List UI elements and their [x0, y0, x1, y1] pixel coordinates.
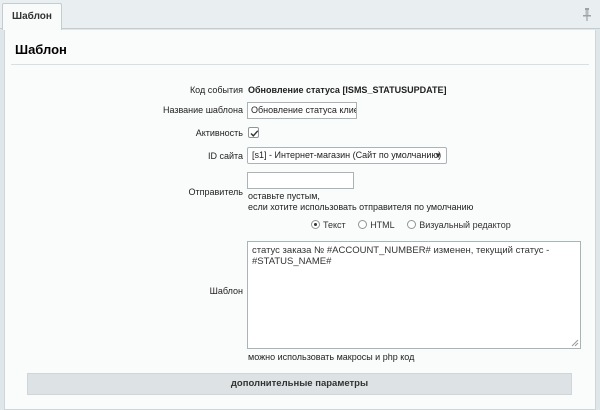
tab-template[interactable]: Шаблон — [2, 3, 62, 30]
template-body-line-1: статус заказа № #ACCOUNT_NUMBER# изменен… — [252, 245, 550, 256]
sender-input[interactable] — [247, 172, 354, 189]
template-mode-group: Текст HTML Визуальный редактор — [311, 220, 521, 230]
mode-visual-label: Визуальный редактор — [419, 220, 511, 230]
site-id-select[interactable]: [s1] - Интернет-магазин (Сайт по умолчан… — [247, 147, 447, 164]
page-title: Шаблон — [15, 42, 67, 57]
template-panel: Шаблон Код события Обновление статуса [I… — [4, 30, 596, 410]
template-name-label: Название шаблона — [162, 105, 243, 115]
pin-icon[interactable] — [583, 8, 591, 21]
event-code-label: Код события — [189, 85, 243, 95]
mode-text[interactable]: Текст — [311, 220, 346, 230]
sender-label: Отправитель — [188, 187, 243, 197]
title-divider — [11, 64, 589, 65]
mode-html[interactable]: HTML — [358, 220, 395, 230]
event-code-value: Обновление статуса [ISMS_STATUSUPDATE] — [248, 85, 447, 95]
radio-icon — [358, 220, 368, 229]
template-body-textarea[interactable]: статус заказа № #ACCOUNT_NUMBER# изменен… — [247, 241, 581, 349]
radio-icon — [407, 220, 417, 229]
radio-icon — [311, 220, 320, 229]
template-body-line-2: #STATUS_NAME# — [252, 256, 332, 267]
sender-hint-1: оставьте пустым, — [248, 191, 320, 201]
tab-bar: Шаблон — [0, 0, 600, 30]
mode-html-label: HTML — [370, 220, 395, 230]
resize-handle-icon[interactable] — [571, 339, 579, 347]
mode-text-label: Текст — [323, 220, 346, 230]
site-id-label: ID сайта — [207, 151, 243, 161]
active-checkbox[interactable] — [248, 127, 259, 138]
dropdown-arrow-icon: ▼ — [434, 151, 442, 160]
site-id-selected: [s1] - Интернет-магазин (Сайт по умолчан… — [252, 150, 442, 160]
sender-hint-2: если хотите использовать отправителя по … — [248, 202, 474, 212]
mode-visual-editor[interactable]: Визуальный редактор — [407, 220, 511, 230]
extra-params-toggle[interactable]: дополнительные параметры — [27, 373, 572, 395]
template-name-input[interactable]: Обновление статуса клиен — [247, 102, 357, 119]
template-hint: можно использовать макросы и php код — [248, 352, 415, 362]
check-icon — [250, 130, 259, 137]
active-label: Активность — [195, 128, 243, 138]
template-label: Шаблон — [209, 286, 243, 296]
